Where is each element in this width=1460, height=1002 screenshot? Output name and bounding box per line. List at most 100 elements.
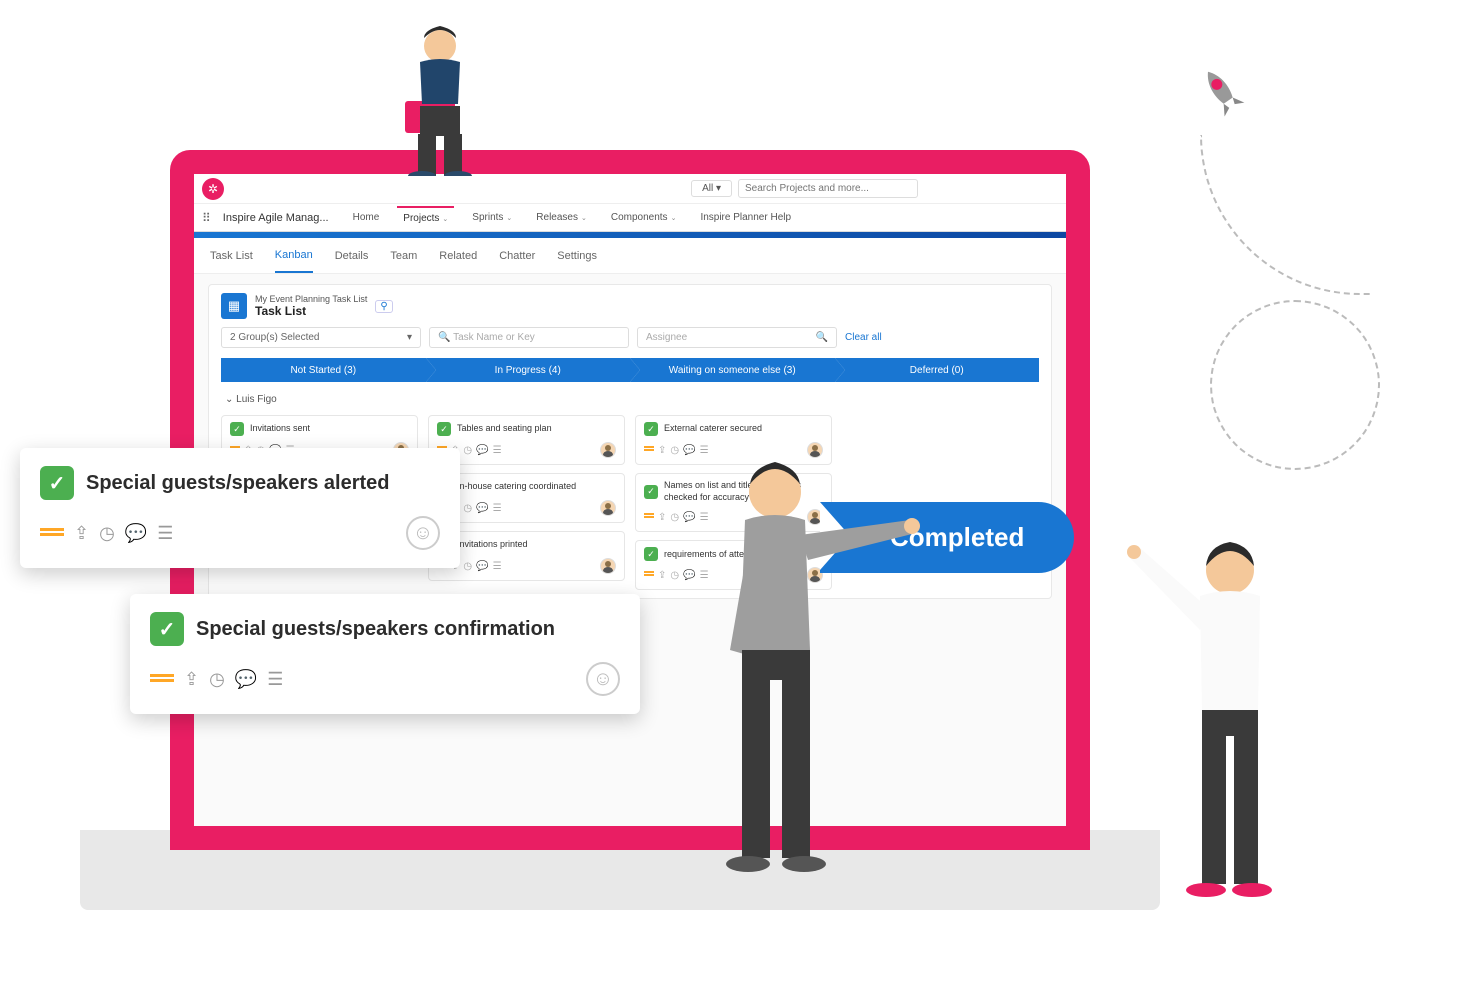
clock-icon: ◷ bbox=[463, 503, 472, 514]
subtask-icon: ⇪ bbox=[74, 523, 89, 544]
list-icon: ☰ bbox=[493, 561, 502, 572]
nav-releases[interactable]: Releases⌄ bbox=[530, 207, 593, 228]
subtask-icon: ⇪ bbox=[658, 512, 666, 523]
list-icon: ☰ bbox=[493, 445, 502, 456]
card-title: External caterer secured bbox=[664, 423, 762, 435]
nav-components[interactable]: Components⌄ bbox=[605, 207, 683, 228]
chevron-down-icon: ⌄ bbox=[506, 214, 512, 222]
chevron-down-icon: ⌄ bbox=[581, 214, 587, 222]
check-icon: ✓ bbox=[644, 547, 658, 561]
priority-icon bbox=[644, 446, 654, 454]
callout-card-2: ✓ Special guests/speakers confirmation ⇪… bbox=[130, 594, 640, 714]
chevron-down-icon: ⌄ bbox=[671, 214, 677, 222]
page-title: Task List bbox=[255, 304, 367, 318]
card-title: In-house catering coordinated bbox=[457, 481, 576, 493]
tab-related[interactable]: Related bbox=[439, 240, 477, 272]
status-in-progress[interactable]: In Progress (4) bbox=[426, 358, 631, 382]
tab-details[interactable]: Details bbox=[335, 240, 369, 272]
check-icon: ✓ bbox=[644, 422, 658, 436]
priority-icon bbox=[40, 528, 64, 538]
comment-icon: 💬 bbox=[235, 669, 257, 690]
status-not-started[interactable]: Not Started (3) bbox=[221, 358, 426, 382]
tab-kanban[interactable]: Kanban bbox=[275, 239, 313, 273]
app-launcher-icon[interactable]: ⠿ bbox=[202, 211, 211, 225]
callout-title: Special guests/speakers alerted bbox=[86, 472, 390, 495]
dashed-trail bbox=[1200, 135, 1370, 295]
nav-bar: ⠿ Inspire Agile Manag... Home Projects⌄ … bbox=[194, 204, 1066, 232]
nav-projects[interactable]: Projects⌄ bbox=[397, 206, 454, 229]
clock-icon: ◷ bbox=[670, 512, 679, 523]
comment-icon: 💬 bbox=[476, 503, 488, 514]
clear-all-link[interactable]: Clear all bbox=[845, 332, 882, 343]
card-meta-icons: ⇪ ◷ 💬 ☰ bbox=[150, 669, 283, 690]
priority-icon bbox=[644, 513, 654, 521]
tab-task-list[interactable]: Task List bbox=[210, 240, 253, 272]
callout-card-1: ✓ Special guests/speakers alerted ⇪ ◷ 💬 … bbox=[20, 448, 460, 568]
brand-bar: ✲ All ▾ bbox=[194, 174, 1066, 204]
tab-chatter[interactable]: Chatter bbox=[499, 240, 535, 272]
person-illustration-middle bbox=[680, 450, 940, 900]
list-icon: ☰ bbox=[267, 669, 283, 690]
check-icon: ✓ bbox=[230, 422, 244, 436]
card-title: Invitations printed bbox=[457, 539, 528, 551]
chevron-down-icon: ⌄ bbox=[442, 215, 448, 223]
filter-row: 2 Group(s) Selected▾ 🔍 Task Name or Key … bbox=[221, 327, 1039, 348]
status-deferred[interactable]: Deferred (0) bbox=[835, 358, 1040, 382]
card-meta-icons: ⇪ ◷ 💬 ☰ bbox=[40, 523, 173, 544]
dashed-circle bbox=[1210, 300, 1380, 470]
task-name-filter[interactable]: 🔍 Task Name or Key bbox=[429, 327, 629, 348]
tab-settings[interactable]: Settings bbox=[557, 240, 597, 272]
nav-sprints[interactable]: Sprints⌄ bbox=[466, 207, 518, 228]
nav-help[interactable]: Inspire Planner Help bbox=[694, 207, 797, 228]
status-chevron-bar: Not Started (3) In Progress (4) Waiting … bbox=[221, 358, 1039, 382]
callout-title: Special guests/speakers confirmation bbox=[196, 618, 555, 641]
comment-icon: 💬 bbox=[125, 523, 147, 544]
priority-icon bbox=[150, 674, 174, 684]
tab-team[interactable]: Team bbox=[390, 240, 417, 272]
comment-icon: 💬 bbox=[476, 561, 488, 572]
page-subtitle: My Event Planning Task List bbox=[255, 294, 367, 304]
app-name: Inspire Agile Manag... bbox=[223, 212, 329, 224]
assignee-avatar: ☺ bbox=[406, 516, 440, 550]
task-list-icon: ▦ bbox=[221, 293, 247, 319]
subtask-icon: ⇪ bbox=[184, 669, 199, 690]
comment-icon: 💬 bbox=[476, 445, 488, 456]
search-icon: 🔍 bbox=[816, 332, 828, 343]
card-title: Tables and seating plan bbox=[457, 423, 552, 435]
assignee-avatar: ☺ bbox=[586, 662, 620, 696]
global-search: All ▾ bbox=[691, 179, 918, 198]
swimlane-header[interactable]: Luis Figo bbox=[221, 388, 1039, 411]
priority-icon bbox=[644, 571, 654, 579]
clock-icon: ◷ bbox=[99, 523, 115, 544]
assignee-avatar bbox=[600, 558, 616, 574]
assignee-avatar bbox=[600, 442, 616, 458]
clock-icon: ◷ bbox=[209, 669, 225, 690]
assignee-avatar bbox=[600, 500, 616, 516]
card-title: Invitations sent bbox=[250, 423, 310, 435]
view-tabs: Task List Kanban Details Team Related Ch… bbox=[194, 238, 1066, 274]
check-icon: ✓ bbox=[150, 612, 184, 646]
brand-logo-icon: ✲ bbox=[202, 178, 224, 200]
subtask-icon: ⇪ bbox=[658, 445, 666, 456]
page-header: ▦ My Event Planning Task List Task List … bbox=[221, 293, 1039, 319]
search-input[interactable] bbox=[738, 179, 918, 198]
search-scope-button[interactable]: All ▾ bbox=[691, 180, 732, 197]
check-icon: ✓ bbox=[40, 466, 74, 500]
assignee-filter[interactable]: Assignee🔍 bbox=[637, 327, 837, 348]
person-illustration-right bbox=[1120, 530, 1320, 920]
clock-icon: ◷ bbox=[670, 445, 679, 456]
person-illustration-top bbox=[370, 16, 510, 176]
clock-icon: ◷ bbox=[463, 561, 472, 572]
rocket-icon bbox=[1184, 54, 1261, 131]
list-icon: ☰ bbox=[493, 503, 502, 514]
list-icon: ☰ bbox=[157, 523, 173, 544]
pin-button[interactable]: ⚲ bbox=[375, 300, 392, 313]
clock-icon: ◷ bbox=[670, 570, 679, 581]
subtask-icon: ⇪ bbox=[658, 570, 666, 581]
clock-icon: ◷ bbox=[463, 445, 472, 456]
caret-down-icon: ▾ bbox=[407, 332, 412, 343]
check-icon: ✓ bbox=[437, 422, 451, 436]
status-waiting[interactable]: Waiting on someone else (3) bbox=[630, 358, 835, 382]
group-filter-dropdown[interactable]: 2 Group(s) Selected▾ bbox=[221, 327, 421, 348]
nav-home[interactable]: Home bbox=[347, 207, 386, 228]
